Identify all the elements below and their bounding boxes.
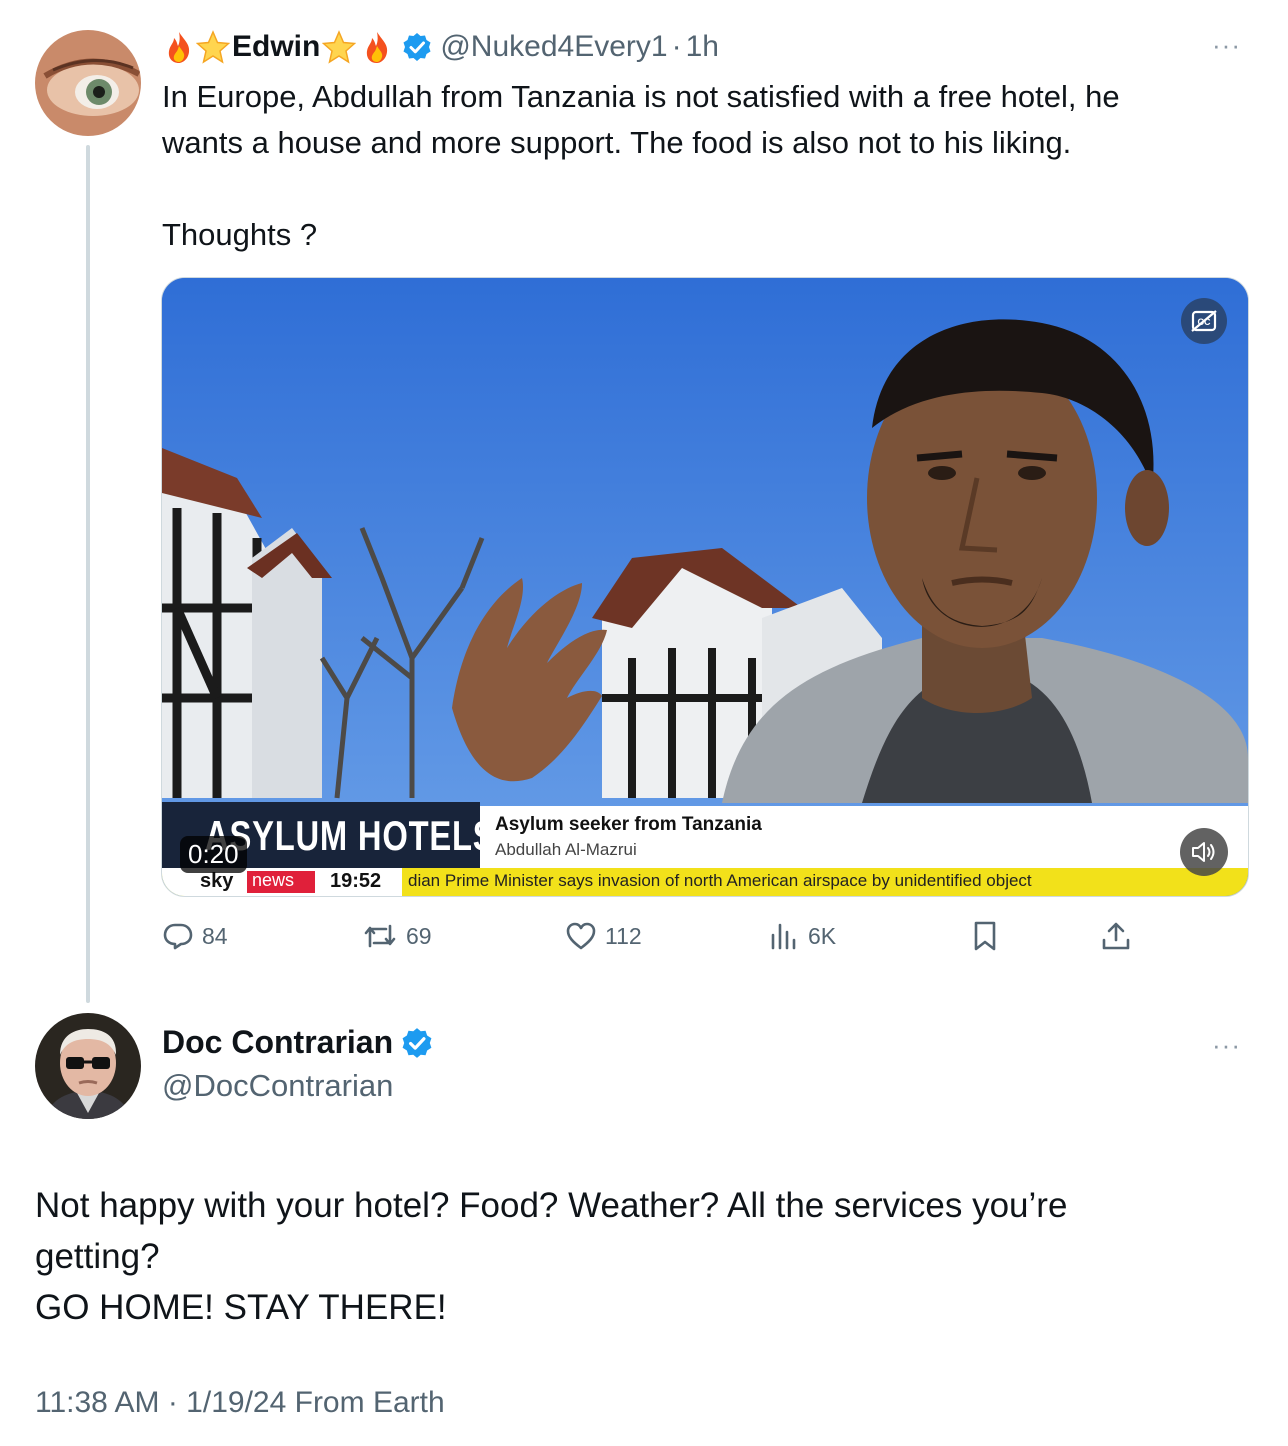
tweet1-timestamp[interactable]: 1h	[686, 30, 719, 64]
heart-icon	[566, 922, 596, 950]
avatar-edwin[interactable]	[35, 30, 141, 136]
tweet1-text: In Europe, Abdullah from Tanzania is not…	[162, 74, 1242, 258]
reply-count: 84	[202, 922, 228, 949]
tweet2-text: Not happy with your hotel? Food? Weather…	[35, 1180, 1255, 1333]
tweet1-handle[interactable]: @Nuked4Every1	[440, 30, 667, 64]
tweet1-display-name[interactable]: Edwin	[232, 30, 320, 64]
reply-icon	[163, 923, 193, 950]
share-icon	[1102, 922, 1130, 950]
tweet1-header: Edwin @Nuked4Every1 · 1h	[162, 26, 719, 68]
analytics-icon	[771, 923, 796, 950]
speaker-icon	[1192, 842, 1215, 862]
video-channel-badge: news	[252, 870, 295, 890]
video-caption-line: Asylum seeker from Tanzania	[495, 814, 762, 835]
views-count: 6K	[808, 922, 837, 949]
bookmark-button[interactable]	[970, 916, 1000, 956]
repost-icon	[364, 924, 396, 948]
tweet2-display-name[interactable]: Doc Contrarian	[162, 1024, 393, 1061]
tweet2-handle[interactable]: @DocContrarian	[162, 1068, 393, 1104]
fire-emoji-icon	[360, 30, 394, 64]
repost-count: 69	[406, 922, 432, 949]
tweet1-text-line: wants a house and more support. The food…	[162, 125, 1072, 160]
avatar-doc-contrarian[interactable]	[35, 1013, 141, 1119]
tweet1-separator: ·	[671, 30, 682, 63]
reply-button[interactable]: 84	[162, 916, 228, 956]
video-duration: 0:20	[180, 836, 247, 873]
video-caption-line: Abdullah Al-Mazrui	[495, 840, 637, 859]
video-news-ticker: dian Prime Minister says invasion of nor…	[408, 871, 1032, 890]
tweet2-display-name-row: Doc Contrarian	[162, 1024, 441, 1061]
share-button[interactable]	[1100, 916, 1132, 956]
thread-connector	[86, 145, 90, 1003]
star-emoji-icon	[322, 30, 357, 64]
captions-toggle-button[interactable]: CC	[1181, 298, 1227, 344]
tweet1-text-line: In Europe, Abdullah from Tanzania is not…	[162, 79, 1120, 114]
tweet2-text-line: Not happy with your hotel? Food? Weather…	[35, 1186, 1068, 1225]
tweet2-more-options-icon[interactable]: ···	[1212, 1030, 1241, 1061]
video-clock: 19:52	[330, 870, 382, 892]
tweet1-video-player[interactable]	[161, 277, 1249, 897]
like-button[interactable]: 112	[565, 916, 642, 956]
tweet2-text-line: GO HOME! STAY THERE!	[35, 1288, 447, 1327]
star-emoji-icon	[195, 30, 231, 64]
video-channel-logo: sky	[200, 870, 234, 892]
tweet2-text-line: getting?	[35, 1237, 160, 1276]
repost-button[interactable]: 69	[362, 916, 432, 956]
captions-off-icon: CC	[1191, 310, 1217, 332]
tweet2-timestamp-footer[interactable]: 11:38 AM · 1/19/24 From Earth	[35, 1386, 445, 1420]
views-button[interactable]: 6K	[768, 916, 836, 956]
fire-emoji-icon	[162, 30, 196, 64]
like-count: 112	[605, 922, 642, 949]
verified-badge-icon	[401, 1027, 433, 1059]
tweet1-text-line: Thoughts ?	[162, 217, 318, 252]
video-lower-third-title: ASYLUM HOTELS	[205, 812, 496, 859]
bookmark-icon	[974, 921, 996, 951]
unmute-button[interactable]	[1180, 828, 1228, 876]
tweet1-more-options-icon[interactable]: ···	[1212, 30, 1241, 61]
verified-badge-icon	[402, 32, 432, 62]
